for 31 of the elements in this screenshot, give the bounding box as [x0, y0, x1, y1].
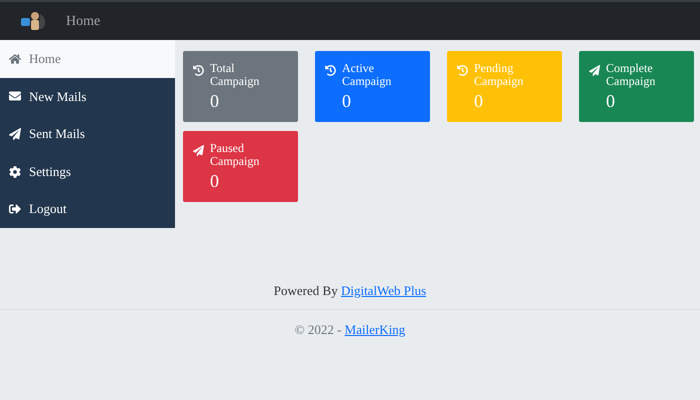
sidebar-item[interactable]: Home [0, 40, 175, 78]
card-value: 0 [606, 90, 616, 112]
card-title: Paused Campaign [210, 142, 260, 168]
card-title: Total Campaign [210, 62, 260, 88]
navbar-home-link[interactable]: Home [66, 10, 100, 32]
copyright-text: © 2022 - MailerKing [294, 321, 406, 339]
logo-icon [20, 10, 46, 32]
envelope-icon [9, 90, 21, 102]
sidebar-item[interactable]: Settings [0, 152, 175, 190]
sidebar-item[interactable]: Logout [0, 190, 175, 228]
history-icon [325, 65, 336, 76]
logout-icon [9, 203, 21, 216]
sidebar-item[interactable]: New Mails [0, 78, 175, 116]
card-title: Complete Campaign [606, 62, 656, 88]
card-title: Active Campaign [342, 62, 392, 88]
sidebar-item[interactable]: Sent Mails [0, 115, 175, 153]
card-value: 0 [210, 170, 220, 192]
digitalweb-link[interactable]: DigitalWeb Plus [340, 283, 426, 298]
card-title: Pending Campaign [474, 62, 524, 88]
paper-plane-icon [589, 65, 600, 76]
mailerking-link[interactable]: MailerKing [344, 322, 406, 337]
paper-plane-icon [9, 128, 21, 140]
card-value: 0 [210, 90, 220, 112]
history-icon [193, 65, 204, 76]
settings-icon [9, 166, 21, 178]
paper-plane-icon [193, 145, 204, 156]
home-icon [9, 52, 21, 65]
history-icon [457, 65, 468, 76]
card-value: 0 [342, 90, 352, 112]
powered-by-text: Powered By DigitalWeb Plus [274, 282, 426, 300]
card-value: 0 [474, 90, 484, 112]
